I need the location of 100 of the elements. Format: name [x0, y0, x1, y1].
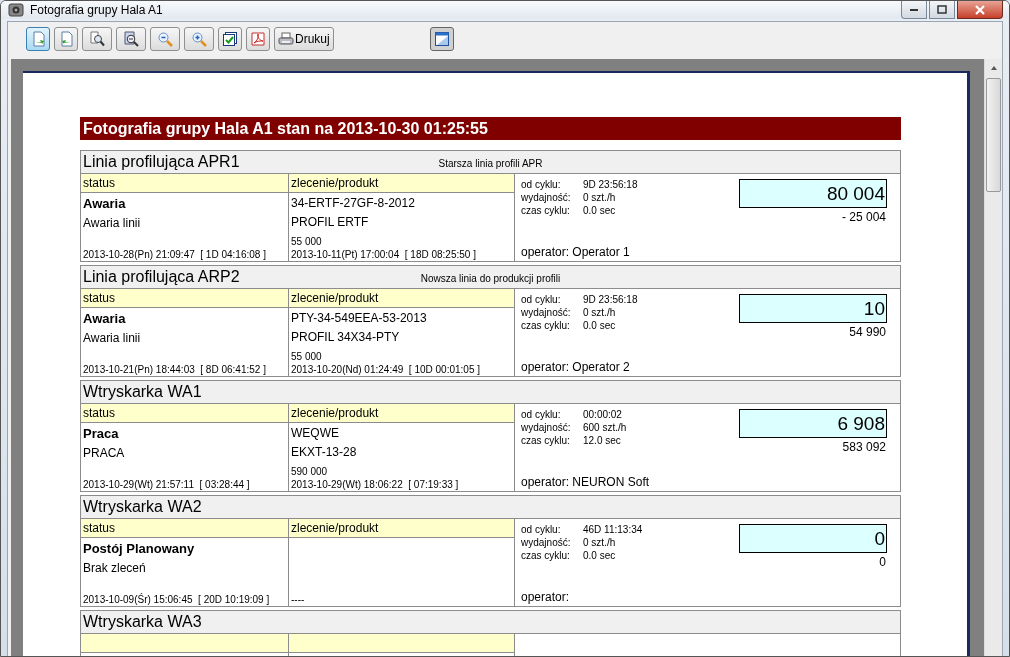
operator-label: operator: Operator 2 [521, 360, 631, 374]
counter-difference: - 25 004 [841, 210, 887, 224]
counter-difference: 54 990 [849, 325, 887, 339]
scroll-thumb[interactable] [986, 78, 1001, 192]
status-reason: Brak zleceń [83, 561, 147, 575]
page-magnifier-icon [89, 31, 105, 47]
order-date: ---- [291, 594, 306, 605]
print-button[interactable]: Drukuj [274, 27, 334, 51]
status-reason: PRACA [83, 446, 126, 460]
status-date: 2013-10-09(Śr) 15:06:45 [ 20D 10:19:09 ] [83, 594, 271, 605]
section-description: Nowsza linia do produkcji profili [420, 273, 561, 286]
minimize-icon [910, 8, 918, 11]
counter-display: 0 [739, 524, 887, 553]
maximize-button[interactable] [929, 1, 955, 19]
info-label: od cyklu: [521, 523, 562, 536]
column-header: zlecenie/produkt [289, 404, 515, 423]
section-title: Wtryskarka WA1 [82, 383, 203, 402]
status-state: Awaria [83, 311, 127, 326]
counter-display: 10 [739, 294, 887, 323]
zoom-out-icon [157, 31, 173, 47]
column-header: zlecenie/produkt [289, 174, 515, 193]
minimize-button[interactable] [901, 1, 927, 19]
info-label: od cyklu: [521, 293, 562, 306]
printer-icon [278, 31, 294, 47]
order-quantity: 55 000 [291, 236, 323, 247]
toolbar-button[interactable] [82, 27, 112, 51]
order-date: 2013-10-20(Nd) 01:24:49 [ 10D 00:01:05 ] [291, 364, 482, 375]
column-header: zlecenie/produkt [289, 519, 515, 538]
section-title: Wtryskarka WA2 [82, 498, 203, 517]
info-label: wydajność: [521, 191, 572, 204]
column-header: zlecenie/produkt [289, 289, 515, 308]
status-reason: Awaria linii [83, 331, 142, 345]
info-label: czas cyklu: [521, 434, 571, 447]
page-arrow-icon [58, 31, 74, 47]
close-icon [975, 4, 985, 15]
info-label: wydajność: [521, 306, 572, 319]
scroll-up-icon [990, 65, 997, 70]
product-name: PROFIL 34X34-PTY [291, 330, 401, 344]
checkbox-icon [222, 31, 238, 47]
toolbar-button[interactable] [218, 27, 242, 51]
zoom-in-icon [191, 31, 207, 47]
status-state: Awaria [83, 196, 127, 211]
status-state: Praca [83, 426, 120, 441]
info-value: 0.0 sec [583, 204, 617, 217]
section-title: Linia profilująca ARP2 [82, 268, 241, 287]
order-code: PTY-34-549EEA-53-2013 [291, 311, 428, 325]
info-label: czas cyklu: [521, 549, 571, 562]
info-label: wydajność: [521, 421, 572, 434]
info-value: 0 szt./h [583, 536, 617, 549]
status-date: 2013-10-28(Pn) 21:09:47 [ 1D 04:16:08 ] [83, 249, 267, 260]
counter-display: 80 004 [739, 179, 887, 208]
page-magnifier-icon [123, 31, 139, 47]
counter-difference: 583 092 [842, 440, 887, 454]
scrollbar[interactable] [984, 59, 1002, 656]
toolbar-button[interactable] [429, 27, 454, 51]
info-value: 9D 23:56:18 [583, 178, 638, 191]
order-date: 2013-10-11(Pt) 17:00:04 [ 18D 08:25:50 ] [291, 249, 477, 260]
status-state: Postój Planowany [83, 541, 196, 556]
operator-label: operator: NEURON Soft [521, 475, 651, 489]
window-icon [433, 31, 450, 47]
column-header: status [81, 174, 289, 193]
report-title: Fotografia grupy Hala A1 stan na 2013-10-30 01:25:55 [80, 117, 901, 140]
info-value: 0.0 sec [583, 549, 617, 562]
section-title: Linia profilująca APR1 [82, 153, 241, 172]
status-reason: Awaria linii [83, 216, 142, 230]
info-value: 9D 23:56:18 [583, 293, 638, 306]
info-value: 0 szt./h [583, 306, 617, 319]
order-quantity: 55 000 [291, 351, 323, 362]
order-date: 2013-10-29(Wt) 18:06:22 [ 07:19:33 ] [291, 479, 460, 490]
counter-difference: 0 [879, 555, 887, 569]
order-code: WEQWE [291, 426, 340, 440]
product-name: PROFIL ERTF [291, 215, 370, 229]
pdf-document-icon [250, 31, 266, 47]
operator-label: operator: Operator 1 [521, 245, 631, 259]
column-header: status [81, 289, 289, 308]
info-value: 12.0 sec [583, 434, 622, 447]
app-icon [8, 2, 24, 18]
operator-label: operator: [521, 590, 571, 604]
info-label: czas cyklu: [521, 204, 571, 217]
close-button[interactable] [957, 1, 1003, 19]
info-value: 0 szt./h [583, 191, 617, 204]
product-name: EKXT-13-28 [291, 445, 358, 459]
column-header: status [81, 519, 289, 538]
section-description: Starsza linia profili APR [438, 158, 543, 171]
order-code: 34-ERTF-27GF-8-2012 [291, 196, 416, 210]
maximize-icon [937, 5, 947, 14]
order-quantity: 590 000 [291, 466, 329, 477]
column-header: status [81, 404, 289, 423]
info-value: 0.0 sec [583, 319, 617, 332]
counter-display: 6 908 [739, 409, 887, 438]
info-label: od cyklu: [521, 178, 562, 191]
info-label: od cyklu: [521, 408, 562, 421]
info-label: czas cyklu: [521, 319, 571, 332]
window-title: Fotografia grupy Hala A1 [30, 3, 163, 17]
info-value: 46D 11:13:34 [583, 523, 643, 536]
section-title: Wtryskarka WA3 [82, 613, 203, 632]
toolbar-button[interactable] [116, 27, 146, 51]
info-value: 600 szt./h [583, 421, 627, 434]
page-arrow-icon [30, 31, 46, 47]
info-label: wydajność: [521, 536, 572, 549]
